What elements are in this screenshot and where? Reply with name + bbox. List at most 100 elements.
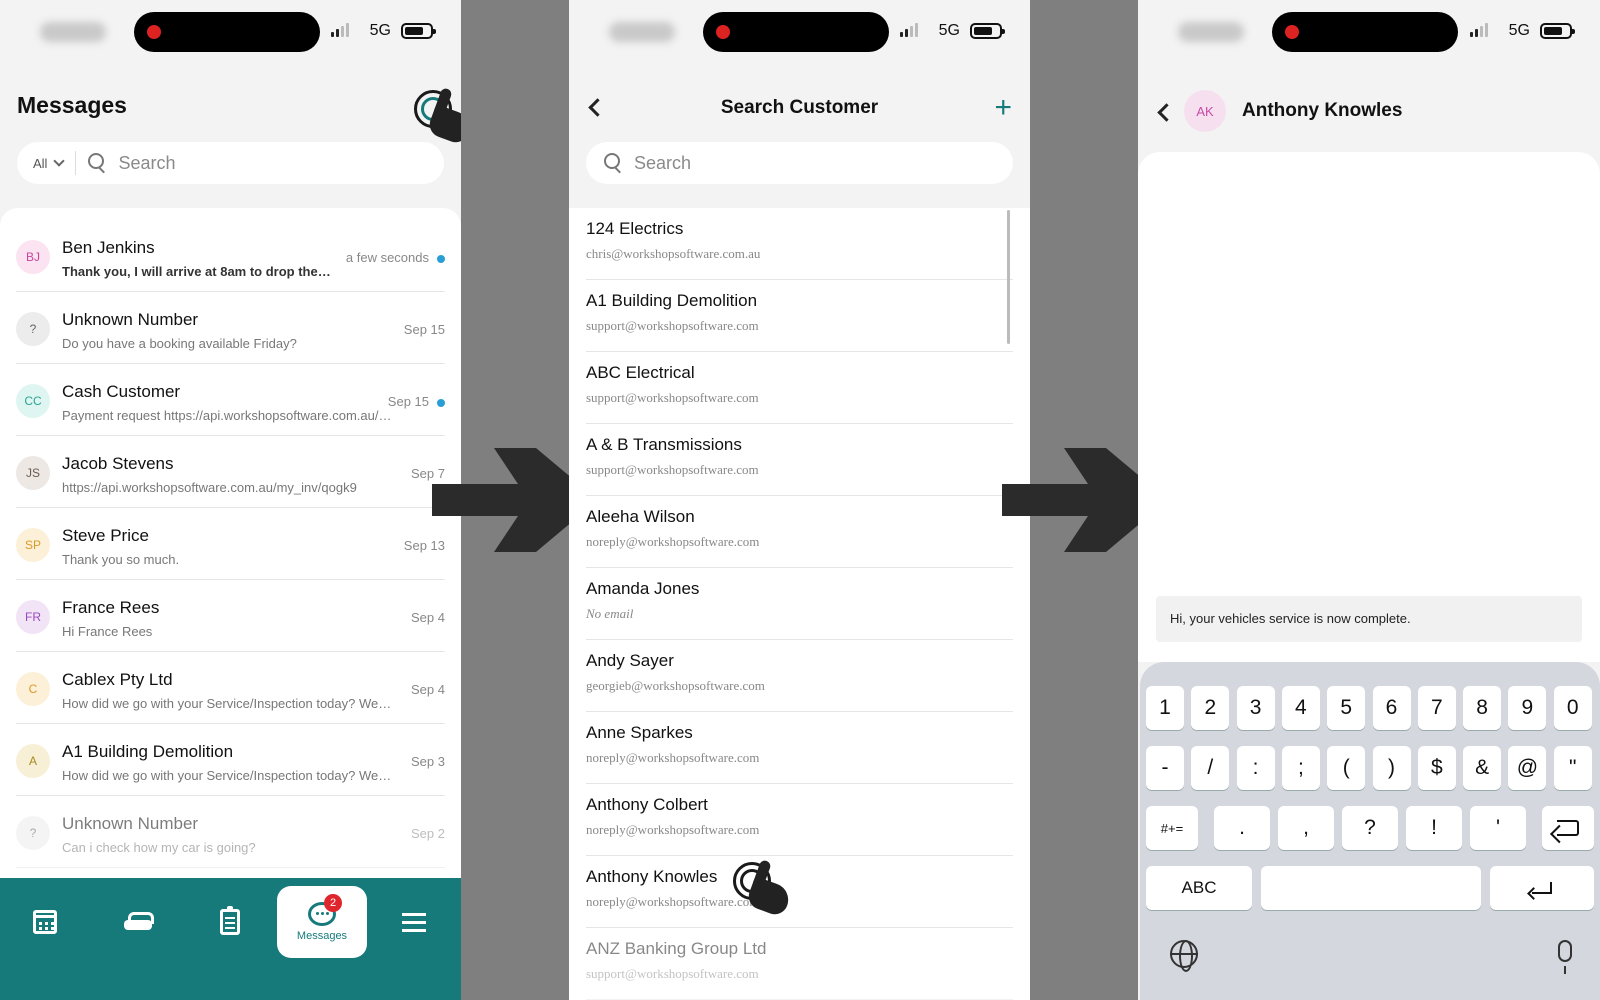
backspace-key[interactable] (1542, 806, 1594, 850)
customer-row[interactable]: Aleeha Wilson noreply@workshopsoftware.co… (586, 496, 1013, 568)
customer-name: 124 Electrics (586, 219, 684, 238)
space-key[interactable] (1261, 866, 1481, 910)
key-1[interactable]: 1 (1146, 686, 1184, 730)
key-punctuation[interactable]: , (1278, 806, 1334, 850)
message-date: Sep 15 (403, 322, 445, 337)
network-label: 5G (369, 22, 391, 39)
nav-vehicles[interactable] (93, 886, 183, 958)
conversation-row[interactable]: ? Unknown Number Can i check how my car is… (16, 796, 445, 868)
customer-row[interactable]: Amanda Jones No email (586, 568, 1013, 640)
filter-dropdown[interactable]: All (33, 151, 77, 175)
customer-row[interactable]: Andy Sayer georgieb@workshopsoftware.com (586, 640, 1013, 712)
search-icon (88, 153, 108, 173)
conversation-row[interactable]: JS Jacob Stevens https://api.workshopsoftw… (16, 436, 445, 508)
customer-row[interactable]: ANZ Banking Group Ltd support@workshopsof… (586, 928, 1013, 1000)
page-title: Messages (17, 92, 127, 118)
key-punctuation[interactable]: . (1214, 806, 1270, 850)
key-7[interactable]: 7 (1417, 686, 1456, 730)
scrollbar[interactable] (1007, 210, 1010, 344)
symbols-toggle-key[interactable]: #+= (1146, 806, 1198, 850)
microphone-icon[interactable] (1558, 940, 1572, 974)
customer-row[interactable]: 124 Electrics chris@workshopsoftware.com.… (586, 208, 1013, 280)
calendar-icon (33, 910, 57, 934)
customer-email: support@workshopsoftware.com (586, 462, 759, 477)
message-date: Sep 3 (411, 754, 445, 769)
conversation-row[interactable]: CC Cash Customer Payment request https://a… (16, 364, 445, 436)
key-punctuation[interactable]: ! (1406, 806, 1462, 850)
conversation-row[interactable]: A A1 Building Demolition How did we go wit… (16, 724, 445, 796)
customer-row[interactable]: A1 Building Demolition support@workshopso… (586, 280, 1013, 352)
nav-menu[interactable] (369, 886, 459, 958)
return-key[interactable] (1490, 866, 1594, 910)
customer-name: ABC Electrical (586, 363, 695, 382)
status-bar: 5G (569, 0, 1030, 62)
customer-row[interactable]: Anthony Knowles noreply@workshopsoftware.… (586, 856, 1013, 928)
dynamic-island (1272, 12, 1458, 52)
key-symbol[interactable]: - (1146, 746, 1184, 790)
conversation-row[interactable]: FR France Rees Hi France Rees Sep 4 (16, 580, 445, 652)
key-8[interactable]: 8 (1463, 686, 1502, 730)
key-punctuation[interactable]: ? (1342, 806, 1398, 850)
conversation-row[interactable]: BJ Ben Jenkins Thank you, I will arrive at… (16, 220, 445, 292)
conversation-row[interactable]: C Cablex Pty Ltd How did we go with your S… (16, 652, 445, 724)
hamburger-menu-icon (402, 920, 426, 924)
search-bar[interactable]: Search (586, 142, 1013, 184)
keyboard: 1 2 3 4 5 6 7 8 9 0 - /:;() $ & @ " #+=.,?! ' ABC (1140, 662, 1600, 1000)
key-symbol[interactable]: & (1463, 746, 1502, 790)
customer-row[interactable]: Anthony Colbert noreply@workshopsoftware.… (586, 784, 1013, 856)
key-symbol[interactable]: / (1191, 746, 1230, 790)
nav-jobs[interactable] (185, 886, 275, 958)
nav-calendar[interactable] (0, 886, 90, 958)
key-symbol[interactable]: ; (1281, 746, 1320, 790)
key-symbol[interactable]: ( (1327, 746, 1366, 790)
key-symbol[interactable]: $ (1417, 746, 1456, 790)
message-preview: Thank you, I will arrive at 8am to drop … (62, 264, 334, 279)
contact-name: Cablex Pty Ltd (62, 670, 173, 689)
customer-name: Amanda Jones (586, 579, 700, 598)
message-preview: Payment request https://api.workshopsoft… (62, 408, 392, 423)
conversation-row[interactable]: SP Steve Price Thank you so much. Sep 13 (16, 508, 445, 580)
dynamic-island (134, 12, 320, 52)
customer-row[interactable]: Anne Sparkes noreply@workshopsoftware.com (586, 712, 1013, 784)
avatar: AK (1184, 90, 1226, 132)
new-message-button[interactable] (410, 86, 461, 150)
key-5[interactable]: 5 (1327, 686, 1366, 730)
avatar: ? (16, 816, 50, 850)
filter-label: All (33, 155, 48, 171)
globe-icon[interactable] (1170, 940, 1198, 972)
message-date: Sep 2 (411, 826, 445, 841)
customer-name: Anthony Colbert (586, 795, 708, 814)
customer-row[interactable]: A & B Transmissions support@workshopsoftw… (586, 424, 1013, 496)
key-3[interactable]: 3 (1236, 686, 1275, 730)
network-label: 5G (1508, 22, 1530, 39)
customer-row[interactable]: ABC Electrical support@workshopsoftware.c… (586, 352, 1013, 424)
search-input[interactable]: Search (118, 153, 175, 174)
customer-email: noreply@workshopsoftware.com (586, 822, 760, 837)
key-symbol[interactable]: : (1236, 746, 1275, 790)
key-symbol[interactable]: @ (1508, 746, 1547, 790)
key-6[interactable]: 6 (1372, 686, 1411, 730)
status-bar: 5G (0, 0, 461, 62)
search-input[interactable]: Search (634, 153, 691, 174)
back-chevron-icon[interactable] (1157, 103, 1176, 122)
customer-name: A1 Building Demolition (586, 291, 758, 310)
message-input[interactable]: Hi, your vehicles service is now complet… (1156, 596, 1582, 642)
key-0[interactable]: 0 (1553, 686, 1592, 730)
unread-badge: 2 (324, 894, 342, 912)
key-9[interactable]: 9 (1508, 686, 1547, 730)
key-2[interactable]: 2 (1191, 686, 1230, 730)
key-4[interactable]: 4 (1281, 686, 1320, 730)
bottom-nav: 2 Messages (0, 878, 461, 1000)
key-punctuation[interactable]: ' (1470, 806, 1526, 850)
key-symbol[interactable]: " (1553, 746, 1592, 790)
key-symbol[interactable]: ) (1372, 746, 1411, 790)
add-customer-button[interactable]: + (994, 93, 1012, 123)
abc-toggle-key[interactable]: ABC (1146, 866, 1252, 910)
search-bar[interactable]: All Search (17, 142, 444, 184)
recording-indicator-icon (147, 25, 161, 39)
unread-dot-icon (437, 399, 445, 407)
nav-messages[interactable]: 2 Messages (277, 886, 367, 958)
avatar: SP (16, 528, 50, 562)
conversation-row[interactable]: ? Unknown Number Do you have a booking ava… (16, 292, 445, 364)
nav-messages-label: Messages (296, 930, 348, 942)
